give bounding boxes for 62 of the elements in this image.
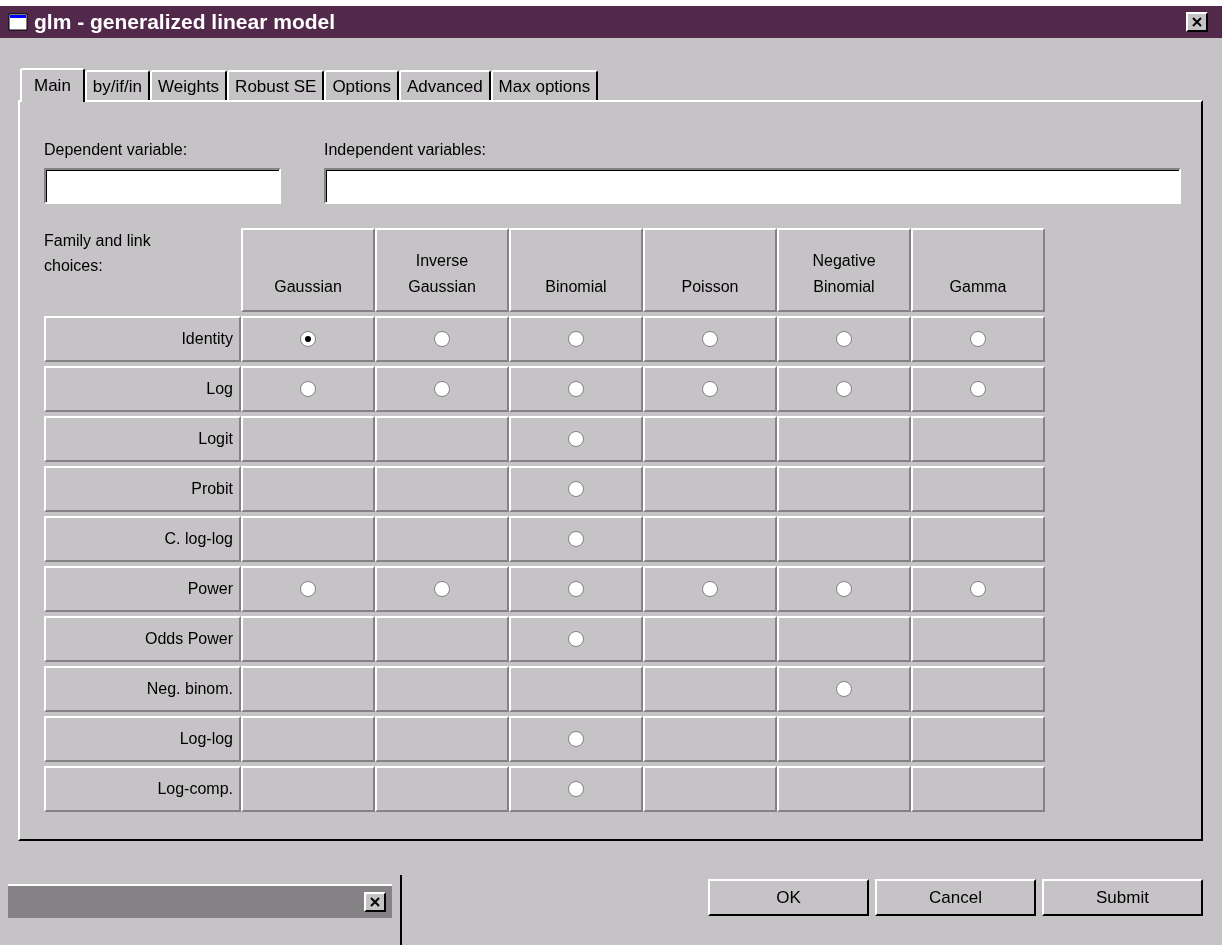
grid-label: Family and link choices:	[44, 230, 152, 277]
tab[interactable]: Robust SE	[227, 69, 325, 100]
radio-button[interactable]	[568, 330, 584, 347]
radio-button[interactable]	[836, 580, 852, 597]
dialog-button[interactable]: Submit	[1042, 879, 1203, 916]
radio-button[interactable]	[568, 530, 584, 547]
field-label: Independent variables:	[324, 139, 487, 160]
column-header: Negative Binomial	[777, 227, 911, 312]
tab[interactable]: Weights	[150, 69, 228, 100]
row-label: Logit	[44, 415, 241, 462]
radio-button[interactable]	[300, 330, 316, 347]
radio-button[interactable]	[702, 330, 718, 347]
radio-button[interactable]	[970, 380, 986, 397]
column-header: Inverse Gaussian	[375, 227, 509, 312]
window-icon	[8, 12, 28, 31]
row-label: Neg. binom.	[44, 665, 241, 712]
radio-button[interactable]	[702, 380, 718, 397]
close-button[interactable]	[364, 892, 386, 912]
radio-button[interactable]	[970, 330, 986, 347]
radio-button[interactable]	[300, 580, 316, 597]
row-label: C. log-log	[44, 515, 241, 562]
row-label: Probit	[44, 465, 241, 512]
radio-button[interactable]	[434, 380, 450, 397]
tab[interactable]: Options	[324, 69, 399, 100]
row-label: Log-comp.	[44, 765, 241, 812]
radio-button[interactable]	[568, 780, 584, 797]
radio-button[interactable]	[568, 380, 584, 397]
row-label: Identity	[44, 315, 241, 362]
radio-button[interactable]	[836, 680, 852, 697]
column-header: Gamma	[911, 227, 1045, 312]
row-label: Power	[44, 565, 241, 612]
column-header: Gaussian	[241, 227, 375, 312]
column-header: Binomial	[509, 227, 643, 312]
radio-button[interactable]	[702, 580, 718, 597]
tab[interactable]: by/if/in	[84, 69, 150, 100]
input-field[interactable]	[324, 167, 1181, 204]
radio-button[interactable]	[970, 580, 986, 597]
close-icon	[369, 896, 381, 908]
column-header: Poisson	[643, 227, 777, 312]
radio-button[interactable]	[568, 630, 584, 647]
row-label: Log	[44, 365, 241, 412]
radio-button[interactable]	[434, 330, 450, 347]
dialog-button[interactable]: OK	[708, 879, 869, 916]
radio-button[interactable]	[434, 580, 450, 597]
radio-button[interactable]	[836, 330, 852, 347]
close-button[interactable]	[1186, 11, 1208, 32]
row-label: Odds Power	[44, 615, 241, 662]
tab[interactable]: Max options	[490, 69, 599, 100]
radio-button[interactable]	[300, 380, 316, 397]
tab[interactable]: Main	[20, 67, 85, 102]
radio-button[interactable]	[568, 580, 584, 597]
input-field[interactable]	[44, 167, 281, 204]
radio-button[interactable]	[568, 480, 584, 497]
radio-button[interactable]	[568, 430, 584, 447]
row-label: Log-log	[44, 715, 241, 762]
radio-button[interactable]	[836, 380, 852, 397]
radio-button[interactable]	[568, 730, 584, 747]
close-icon	[1191, 15, 1203, 28]
window-title: glm - generalized linear model	[34, 9, 337, 35]
tab[interactable]: Advanced	[398, 69, 491, 100]
field-label: Dependent variable:	[44, 139, 189, 160]
dialog-button[interactable]: Cancel	[875, 879, 1036, 916]
